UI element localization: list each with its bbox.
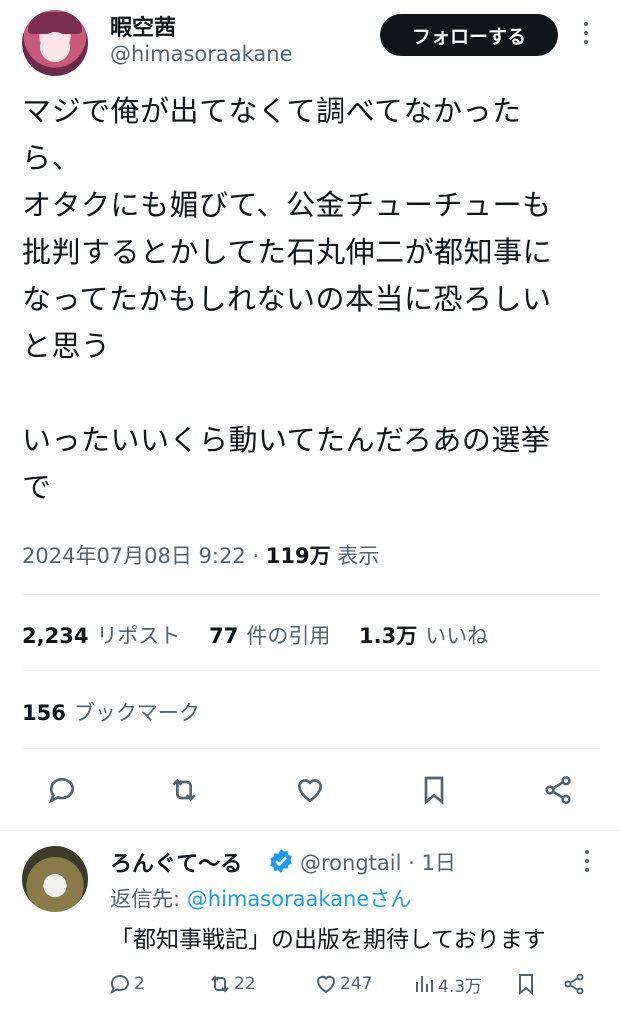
reply-author-avatar[interactable] xyxy=(22,846,88,912)
reply-replies-count: 2 xyxy=(134,974,145,994)
reply-bookmark-button[interactable] xyxy=(514,970,540,998)
views-label: 表示 xyxy=(330,544,380,568)
author-avatar[interactable] xyxy=(22,10,88,76)
quotes-stat[interactable]: 77 件の引用 xyxy=(209,624,352,648)
divider xyxy=(22,670,600,671)
share-button[interactable] xyxy=(536,770,580,810)
repost-icon xyxy=(211,975,229,993)
follow-button[interactable]: フォローする xyxy=(380,14,558,56)
reply-reposts-count: 22 xyxy=(234,974,256,994)
verified-badge-icon xyxy=(270,849,292,873)
bookmark-icon xyxy=(519,974,533,996)
repost-icon xyxy=(172,778,196,802)
author-handle[interactable]: @himasoraakane xyxy=(110,42,293,66)
reposts-stat[interactable]: 2,234 リポスト xyxy=(22,624,202,648)
likes-stat[interactable]: 1.3万 いいね xyxy=(359,624,510,648)
replying-to: 返信先: @himasoraakaneさん xyxy=(110,883,411,913)
reply-likes-count: 247 xyxy=(340,974,373,994)
reply-share-button[interactable] xyxy=(562,970,588,998)
bookmark-icon xyxy=(424,776,444,805)
reply-reply-button[interactable]: 2 xyxy=(108,970,145,998)
reply-views-button[interactable]: 4.3万 xyxy=(412,970,482,998)
like-button[interactable] xyxy=(288,770,332,810)
reply-like-button[interactable]: 247 xyxy=(314,970,372,998)
bookmarks-stat[interactable]: 156 ブックマーク xyxy=(22,697,222,727)
reply-views-count: 4.3万 xyxy=(438,976,483,997)
tweet-text: マジで俺が出てなくて調べてなかった ら、 オタクにも媚びて、公金チューチューも … xyxy=(22,94,553,504)
share-icon xyxy=(545,776,571,804)
divider xyxy=(22,748,600,749)
tweet-timestamp[interactable]: 2024年07月08日 9:22 · xyxy=(22,544,266,568)
share-icon xyxy=(564,973,584,995)
author-display-name[interactable]: 暇空茜 xyxy=(110,10,176,42)
section-divider xyxy=(0,830,620,831)
more-options-icon[interactable] xyxy=(578,22,594,50)
heart-icon xyxy=(297,779,323,803)
bookmark-button[interactable] xyxy=(412,770,456,810)
reply-icon xyxy=(48,778,74,804)
reply-to-mention[interactable]: @himasoraakaneさん xyxy=(187,887,412,911)
views-count: 119万 xyxy=(265,544,331,568)
reply-author-handle[interactable]: @rongtail · 1日 xyxy=(300,847,456,877)
reply-to-prefix: 返信先: xyxy=(110,887,187,911)
reply-more-options-icon[interactable] xyxy=(580,850,594,878)
views-chart-icon xyxy=(416,976,433,992)
tweet-meta: 2024年07月08日 9:22 · 119万 表示 xyxy=(22,540,379,570)
engagement-stats: 2,234 リポスト 77 件の引用 1.3万 いいね xyxy=(22,620,510,650)
reply-icon xyxy=(110,975,129,995)
avatar-face xyxy=(40,32,70,62)
reply-button[interactable] xyxy=(40,770,84,810)
avatar-hat xyxy=(28,12,82,34)
reply-author-name[interactable]: ろんぐて〜る xyxy=(110,846,242,878)
reply-repost-button[interactable]: 22 xyxy=(208,970,256,998)
repost-button[interactable] xyxy=(162,770,206,810)
reply-text: 「都知事戦記」の出版を期待しております xyxy=(110,927,546,953)
heart-icon xyxy=(316,975,336,994)
divider xyxy=(22,594,600,595)
